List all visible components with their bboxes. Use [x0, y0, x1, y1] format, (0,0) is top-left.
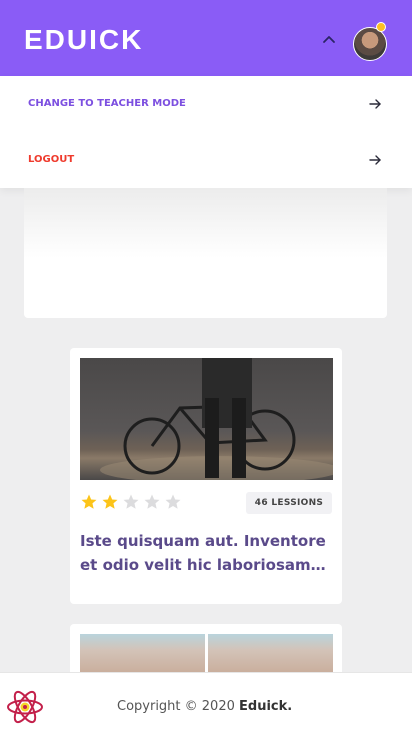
- menu-item-label: LOGOUT: [28, 154, 75, 165]
- star-filled-icon: [102, 494, 118, 509]
- content-card: [24, 188, 387, 318]
- arrow-right-icon: [369, 155, 381, 165]
- brand-logo[interactable]: EDUICK: [24, 26, 143, 54]
- course-image: [208, 634, 333, 674]
- course-image: [80, 358, 333, 480]
- menu-item-logout[interactable]: LOGOUT: [0, 132, 412, 188]
- star-empty-icon: [123, 494, 139, 509]
- star-empty-icon: [144, 494, 160, 509]
- notification-dot: [376, 22, 386, 32]
- footer: Copyright © 2020 Eduick.: [0, 672, 412, 735]
- copyright-prefix: Copyright © 2020: [117, 699, 240, 714]
- course-image: [80, 634, 205, 674]
- user-dropdown-menu: CHANGE TO TEACHER MODE LOGOUT: [0, 76, 412, 188]
- menu-item-label: CHANGE TO TEACHER MODE: [28, 98, 186, 109]
- app-header: EDUICK: [0, 0, 412, 76]
- lessons-badge: 46 LESSIONS: [246, 492, 332, 514]
- course-card[interactable]: [70, 624, 342, 674]
- chevron-up-icon[interactable]: [322, 34, 336, 44]
- avatar[interactable]: [353, 27, 387, 61]
- course-title[interactable]: Iste quisquam aut. Inventore et odio vel…: [80, 529, 332, 577]
- copyright-text: Copyright © 2020 Eduick.: [117, 699, 292, 715]
- star-empty-icon: [165, 494, 181, 509]
- footer-brand[interactable]: Eduick.: [239, 699, 292, 714]
- menu-item-teacher-mode[interactable]: CHANGE TO TEACHER MODE: [0, 76, 412, 132]
- star-filled-icon: [81, 494, 97, 509]
- arrow-right-icon: [369, 99, 381, 109]
- react-logo-icon[interactable]: [5, 689, 45, 725]
- course-card[interactable]: 46 LESSIONS Iste quisquam aut. Inventore…: [70, 348, 342, 604]
